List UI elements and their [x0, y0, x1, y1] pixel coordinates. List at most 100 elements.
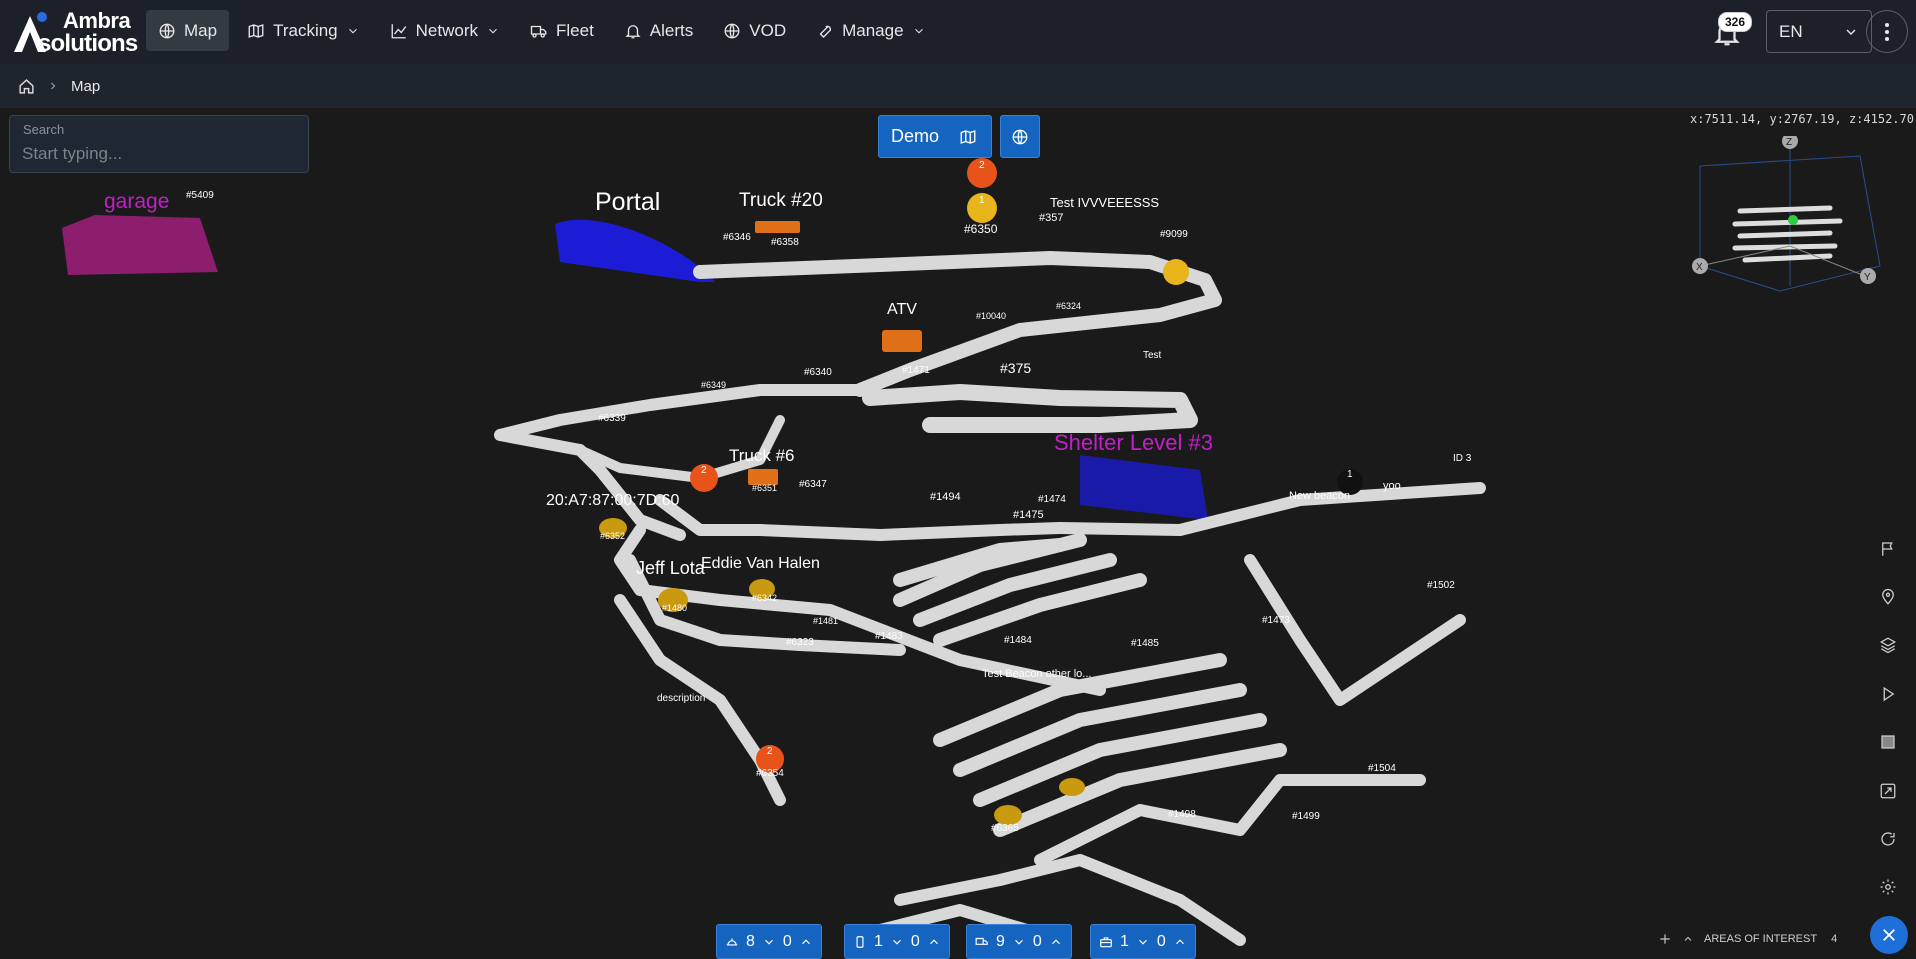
plus-icon[interactable]: [1658, 932, 1672, 946]
cluster-count[interactable]: 1: [1347, 469, 1353, 480]
beacon-label[interactable]: #5409: [186, 190, 214, 201]
beacon-label[interactable]: #1471: [902, 365, 930, 376]
layers-button[interactable]: [1874, 631, 1902, 659]
nav-item-map[interactable]: Map: [146, 10, 230, 51]
beacon-label[interactable]: #1502: [1427, 580, 1455, 591]
chevron-down-icon[interactable]: [1136, 935, 1150, 949]
chevron-up-icon[interactable]: [927, 935, 941, 949]
nav-item-tracking[interactable]: Tracking: [235, 10, 372, 51]
cluster-count[interactable]: 2: [979, 160, 985, 171]
location-pin-button[interactable]: [1874, 583, 1902, 611]
orientation-gizmo[interactable]: X Y Z: [1690, 136, 1890, 336]
counter-alerts: 0: [910, 932, 920, 950]
beacon-label[interactable]: #1474: [1038, 494, 1066, 505]
beacon-label[interactable]: Test: [1143, 350, 1161, 361]
beacon-label[interactable]: #6365: [991, 823, 1019, 834]
chevron-up-icon[interactable]: [799, 935, 813, 949]
beacon-label[interactable]: #1498: [1168, 809, 1196, 820]
beacon-label[interactable]: Test Beacon other lo...: [982, 668, 1091, 680]
asset-label[interactable]: Truck #6: [729, 446, 795, 466]
settings-button[interactable]: [1874, 873, 1902, 901]
counter-equipment[interactable]: 1 0: [1090, 924, 1196, 959]
beacon-label[interactable]: #1481: [813, 616, 838, 626]
asset-label[interactable]: ATV: [887, 301, 917, 319]
close-panel-button[interactable]: [1870, 916, 1908, 954]
counter-devices[interactable]: 1 0: [844, 924, 950, 959]
nav-item-fleet[interactable]: Fleet: [518, 10, 606, 51]
texture-button[interactable]: [1874, 728, 1902, 756]
asset-label[interactable]: Eddie Van Halen: [701, 555, 820, 573]
nav-item-manage[interactable]: Manage: [804, 10, 937, 51]
areas-of-interest-toggle[interactable]: AREAS OF INTEREST 4: [1658, 932, 1837, 946]
beacon-label[interactable]: #6349: [701, 380, 726, 390]
globe-view-button[interactable]: [1000, 115, 1040, 158]
beacon-label[interactable]: description: [657, 693, 705, 704]
language-select[interactable]: EN: [1766, 10, 1872, 53]
chevron-up-icon[interactable]: [1049, 935, 1063, 949]
beacon-label[interactable]: #6350: [964, 222, 997, 236]
cluster-count[interactable]: 1: [979, 195, 985, 206]
beacon-label[interactable]: #1485: [1131, 638, 1159, 649]
beacon-label[interactable]: #6354: [756, 768, 784, 779]
home-icon[interactable]: [18, 78, 35, 95]
beacon-label[interactable]: #6342: [752, 593, 777, 603]
top-navigation-bar: Ambra solutions Map Tracking Network Fle…: [0, 0, 1916, 64]
counter-total: 8: [746, 932, 755, 950]
beacon-label[interactable]: #357: [1039, 212, 1063, 224]
beacon-label[interactable]: #1475: [1013, 509, 1044, 521]
beacon-label[interactable]: #1499: [1292, 811, 1320, 822]
beacon-label[interactable]: #6347: [799, 479, 827, 490]
beacon-label[interactable]: #1484: [1004, 635, 1032, 646]
beacon-label[interactable]: #1473: [1262, 615, 1290, 626]
beacon-label[interactable]: ID 3: [1453, 453, 1471, 464]
3d-map-viewport[interactable]: garage Portal Shelter Level #3 Truck #20…: [0, 108, 1916, 959]
brand-logo[interactable]: Ambra solutions: [12, 6, 138, 57]
asset-label[interactable]: Test IVVVEEESSS: [1050, 195, 1159, 210]
beacon-label[interactable]: #6346: [723, 232, 751, 243]
area-label-portal: Portal: [595, 188, 661, 216]
beacon-label[interactable]: #1504: [1368, 763, 1396, 774]
fit-screen-button[interactable]: [1874, 777, 1902, 805]
video-globe-icon: [724, 23, 740, 38]
beacon-label[interactable]: #6358: [771, 237, 799, 248]
nav-item-network[interactable]: Network: [378, 10, 512, 51]
chevron-down-icon[interactable]: [1012, 935, 1026, 949]
beacon-label[interactable]: #6352: [600, 531, 625, 541]
beacon-label[interactable]: yoo: [1383, 480, 1401, 492]
flag-button[interactable]: [1874, 535, 1902, 563]
truck-icon: [530, 25, 547, 38]
counter-people[interactable]: 8 0: [716, 924, 822, 959]
beacon-label[interactable]: #10040: [976, 311, 1006, 321]
beacon-label[interactable]: #1483: [875, 631, 903, 642]
asset-label[interactable]: Jeff Lota: [636, 558, 705, 579]
beacon-label[interactable]: #6339: [598, 413, 626, 424]
nav-item-vod[interactable]: VOD: [711, 10, 798, 51]
beacon-label[interactable]: #6323: [786, 637, 814, 648]
chevron-down-icon[interactable]: [890, 935, 904, 949]
beacon-label[interactable]: #1480: [662, 603, 687, 613]
beacon-label[interactable]: #375: [1000, 360, 1031, 376]
refresh-button[interactable]: [1874, 825, 1902, 853]
beacon-label[interactable]: New beacon: [1289, 490, 1350, 502]
counter-vehicles[interactable]: 9 0: [966, 924, 1072, 959]
beacon-label[interactable]: #6351: [752, 483, 777, 493]
beacon-label[interactable]: #1494: [930, 491, 961, 503]
cluster-count[interactable]: 2: [701, 465, 707, 476]
asset-label[interactable]: 20:A7:87:00:7D:60: [546, 492, 679, 510]
beacon-label[interactable]: #9099: [1160, 229, 1188, 240]
chevron-up-icon[interactable]: [1173, 935, 1187, 949]
more-options-button[interactable]: [1866, 10, 1908, 53]
nav-item-alerts[interactable]: Alerts: [612, 10, 705, 51]
asset-label[interactable]: Truck #20: [739, 190, 823, 212]
play-button[interactable]: [1874, 680, 1902, 708]
dataset-label: Demo: [891, 126, 940, 146]
cluster-count[interactable]: 2: [767, 746, 773, 757]
mine-tunnel-network[interactable]: [0, 108, 1916, 959]
search-input[interactable]: [22, 142, 292, 166]
beacon-label[interactable]: #6324: [1056, 301, 1081, 311]
counter-total: 1: [1120, 932, 1129, 950]
counter-alerts: 0: [782, 932, 792, 950]
beacon-label[interactable]: #6340: [804, 367, 832, 378]
chevron-down-icon[interactable]: [762, 935, 776, 949]
dataset-select-button[interactable]: Demo: [878, 115, 992, 158]
